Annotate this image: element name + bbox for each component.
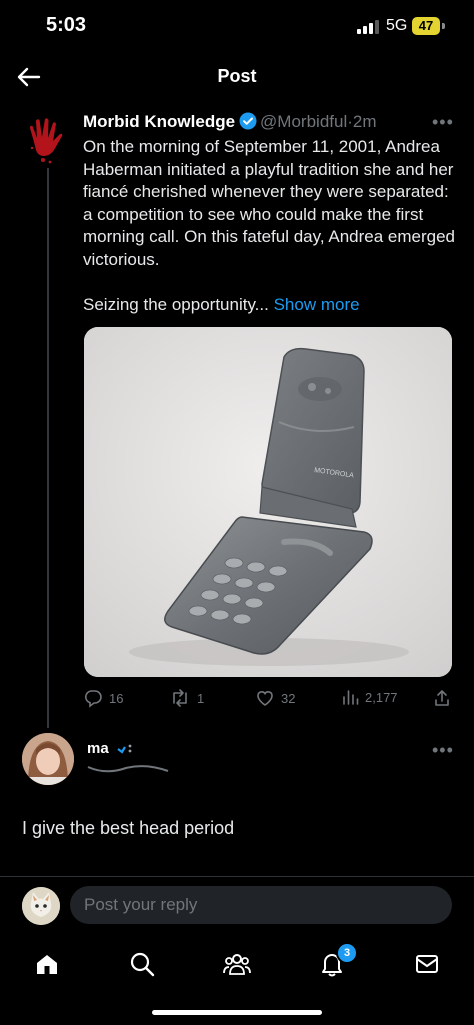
views-icon xyxy=(343,690,359,705)
search-icon[interactable] xyxy=(122,944,162,984)
like-button[interactable]: 32 xyxy=(255,688,295,708)
share-icon xyxy=(435,690,449,706)
reply-count: 16 xyxy=(109,690,124,706)
reply-input[interactable] xyxy=(70,886,452,924)
repost-icon xyxy=(173,689,187,707)
views-button[interactable]: 2,177 xyxy=(341,688,398,706)
repost-button[interactable]: 1 xyxy=(169,688,204,708)
reply-text: I give the best head period xyxy=(22,818,235,838)
battery-icon: 47 xyxy=(412,17,440,35)
more-icon[interactable]: ••• xyxy=(432,740,454,761)
reply-handle-redacted xyxy=(86,762,170,774)
signal-icon xyxy=(357,20,379,34)
notifications-badge: 3 xyxy=(336,942,358,964)
my-avatar[interactable] xyxy=(22,887,60,925)
bottom-tab-bar: 3 xyxy=(0,934,474,1025)
reply-avatar[interactable] xyxy=(22,733,74,785)
repost-count: 1 xyxy=(197,690,205,706)
verified-badge-icon xyxy=(116,741,134,755)
author-name[interactable]: Morbid Knowledge xyxy=(83,112,235,131)
author-handle[interactable]: @Morbidful xyxy=(260,112,347,131)
messages-icon[interactable] xyxy=(407,944,447,984)
post-age: 2m xyxy=(352,112,377,131)
more-icon[interactable]: ••• xyxy=(432,112,454,133)
verified-badge-icon xyxy=(239,112,257,135)
page-title: Post xyxy=(217,66,257,86)
avatar[interactable] xyxy=(20,112,74,166)
post-text: On the morning of September 11, 2001, An… xyxy=(83,137,455,269)
post-actions: 16 1 32 2,177 xyxy=(83,688,453,708)
reply-author-name[interactable]: ma xyxy=(87,740,109,757)
status-time: 5:03 xyxy=(46,14,87,36)
post-header: Post xyxy=(0,52,474,102)
post-text-continued: Seizing the opportunity... Show more xyxy=(83,295,360,315)
like-count: 32 xyxy=(281,690,296,706)
status-bar: 5:03 5G 47 xyxy=(0,0,474,52)
communities-icon[interactable] xyxy=(217,944,257,984)
like-icon xyxy=(257,691,273,706)
battery-cap xyxy=(442,23,445,29)
post-text-truncated: Seizing the opportunity... xyxy=(83,295,269,314)
home-icon[interactable] xyxy=(27,944,67,984)
network-type: 5G xyxy=(386,17,408,34)
show-more-link[interactable]: Show more xyxy=(274,295,360,314)
reply-composer xyxy=(0,876,474,935)
post-author-line: Morbid Knowledge @Morbidful·2m xyxy=(83,112,377,135)
reply-icon xyxy=(84,690,102,708)
share-button[interactable] xyxy=(433,688,451,708)
post-image[interactable]: MOTOROLA xyxy=(84,327,452,677)
home-indicator xyxy=(152,1010,322,1015)
views-count: 2,177 xyxy=(365,689,398,705)
thread-line xyxy=(47,168,49,728)
reply-button[interactable]: 16 xyxy=(83,688,123,708)
